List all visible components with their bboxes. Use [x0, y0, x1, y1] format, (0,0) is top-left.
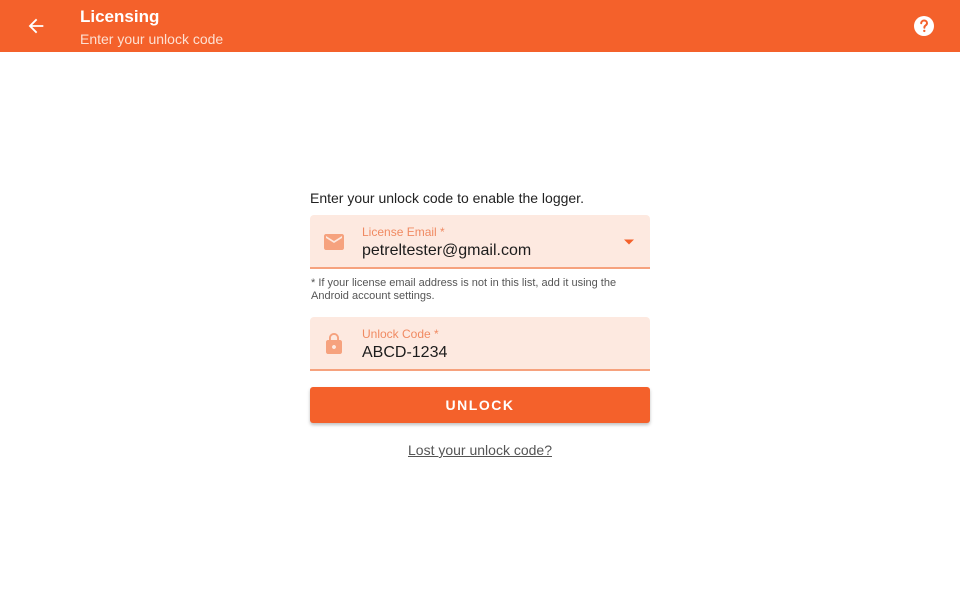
- lost-unlock-code-link[interactable]: Lost your unlock code?: [310, 442, 650, 458]
- arrow-left-icon: [28, 18, 44, 34]
- app-bar: Licensing Enter your unlock code: [0, 0, 960, 52]
- dropdown-arrow-icon[interactable]: [622, 235, 636, 249]
- page-subtitle: Enter your unlock code: [80, 31, 224, 47]
- unlock-code-value: ABCD-1234: [362, 344, 448, 361]
- page-title: Licensing: [80, 7, 160, 26]
- email-icon: [324, 234, 344, 250]
- unlock-code-label: Unlock Code *: [362, 327, 439, 341]
- license-email-label: License Email *: [362, 225, 445, 239]
- unlock-code-field[interactable]: Unlock Code * ABCD-1234: [310, 317, 650, 371]
- lock-icon: [326, 333, 342, 354]
- unlock-form: Enter your unlock code to enable the log…: [310, 190, 650, 458]
- intro-text: Enter your unlock code to enable the log…: [310, 190, 584, 206]
- license-email-value: petreltester@gmail.com: [362, 242, 532, 259]
- help-circle-icon: [914, 16, 934, 36]
- email-help-note: * If your license email address is not i…: [311, 277, 617, 302]
- license-email-select[interactable]: License Email * petreltester@gmail.com: [310, 215, 650, 269]
- help-button[interactable]: [910, 12, 938, 40]
- app-bar-titles: Licensing Enter your unlock code: [80, 7, 223, 48]
- unlock-button[interactable]: UNLOCK: [310, 387, 650, 423]
- back-button[interactable]: [20, 10, 52, 42]
